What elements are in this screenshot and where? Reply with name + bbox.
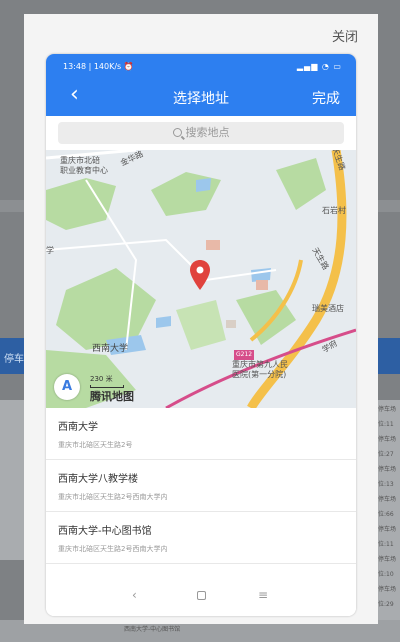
search-bar: 搜索地点 [46, 116, 356, 150]
compass-icon[interactable]: A [54, 374, 80, 400]
map-label-hotel: 瑞美酒店 [312, 304, 344, 313]
place-address: 重庆市北碚区天生路2号西南大学内 [58, 545, 168, 553]
background-bottom-label: 西南大学-中心图书馆 [124, 626, 181, 633]
nav-bar: ‹ 选择地址 完成 [46, 80, 356, 116]
list-item[interactable]: 西南大学八教学楼 重庆市北碚区天生路2号西南大学内 [46, 460, 356, 512]
map-label-line: 重庆市北碚 [60, 156, 100, 165]
background-right-panel: 停车场 位:11 停车场 位:27 停车场 位:13 停车场 位:66 停车场 位:11 停车场 位:… [376, 400, 400, 620]
background-right-text: 位:29 [378, 601, 394, 608]
background-right-text: 停车场 [378, 406, 397, 413]
background-right-text: 位:10 [378, 571, 394, 578]
map-building [256, 280, 268, 290]
map-label-line: 医院(第一分院) [232, 370, 287, 379]
image-preview-modal: 关闭 13:48 | 140K/s ⏰ ▂▄▆ ◔ ▭ ‹ 选择地址 完成 搜索… [24, 14, 378, 624]
map-label-university: 西南大学 [92, 344, 129, 354]
map-logo: 腾讯地图 [90, 390, 134, 403]
phone-screenshot: 13:48 | 140K/s ⏰ ▂▄▆ ◔ ▭ ‹ 选择地址 完成 搜索地点 [46, 54, 356, 616]
map-label-place: 石岩村 [322, 206, 346, 215]
done-button[interactable]: 完成 [312, 88, 340, 108]
background-right-text: 停车场 [378, 436, 397, 443]
map-label-edge: 学 [46, 246, 54, 255]
background-right-text: 位:11 [378, 541, 394, 548]
map-view[interactable]: 重庆市北碚 职业教育中心 金华路 天生路 石岩村 天生路 瑞美酒店 西南大学 重庆… [46, 150, 356, 408]
background-right-text: 位:13 [378, 481, 394, 488]
background-right-text: 停车场 [378, 526, 397, 533]
results-list: 西南大学 重庆市北碚区天生路2号 西南大学八教学楼 重庆市北碚区天生路2号西南大… [46, 408, 356, 564]
map-green-area [176, 300, 226, 350]
map-water [251, 268, 271, 282]
background-right-text: 位:66 [378, 511, 394, 518]
close-button[interactable]: 关闭 [332, 26, 358, 45]
place-name: 西南大学八教学楼 [58, 474, 138, 485]
map-water [156, 316, 171, 328]
system-back-icon[interactable]: ‹ [132, 588, 137, 602]
system-nav-bar: ‹ ≡ [46, 576, 356, 616]
place-name: 西南大学 [58, 422, 98, 433]
map-building [226, 320, 236, 328]
page-title: 选择地址 [173, 91, 229, 107]
background-right-text: 停车场 [378, 466, 397, 473]
map-water [196, 178, 211, 192]
background-right-text: 停车场 [378, 586, 397, 593]
search-placeholder: 搜索地点 [185, 126, 230, 139]
map-minor-road [46, 238, 277, 282]
place-name: 西南大学-中心图书馆 [58, 526, 152, 537]
background-right-text: 位:27 [378, 451, 394, 458]
status-time: 13:48 | 140K/s ⏰ [63, 62, 134, 71]
list-item[interactable]: 西南大学-中心图书馆 重庆市北碚区天生路2号西南大学内 [46, 512, 356, 564]
background-left-panel [0, 400, 24, 560]
map-building [206, 240, 220, 250]
place-address: 重庆市北碚区天生路2号 [58, 441, 133, 449]
status-bar: 13:48 | 140K/s ⏰ ▂▄▆ ◔ ▭ [46, 54, 356, 80]
map-label-school: 重庆市北碚 职业教育中心 [60, 156, 108, 176]
background-banner-label: 停车 [4, 354, 24, 365]
scale-label: 230 米 [90, 375, 113, 383]
signal-battery-icons: ▂▄▆ ◔ ▭ [296, 62, 342, 71]
map-green-area [46, 178, 116, 230]
search-input[interactable]: 搜索地点 [58, 122, 344, 144]
map-label-line: 重庆市第九人民 [232, 360, 288, 369]
system-home-icon[interactable] [197, 591, 206, 600]
system-menu-icon[interactable]: ≡ [258, 588, 268, 602]
map-green-area [276, 158, 326, 210]
background-right-text: 位:11 [378, 421, 394, 428]
background-right-text: 停车场 [378, 496, 397, 503]
list-item[interactable]: 西南大学 重庆市北碚区天生路2号 [46, 408, 356, 460]
map-scale: 230 米 [90, 374, 124, 388]
background-right-text: 停车场 [378, 556, 397, 563]
location-pin-icon [190, 260, 210, 290]
place-address: 重庆市北碚区天生路2号西南大学内 [58, 493, 168, 501]
map-label-hospital: 重庆市第九人民 医院(第一分院) [232, 360, 288, 380]
search-icon [172, 128, 182, 137]
road-badge: G212 [234, 350, 255, 360]
map-label-line: 职业教育中心 [60, 166, 108, 175]
